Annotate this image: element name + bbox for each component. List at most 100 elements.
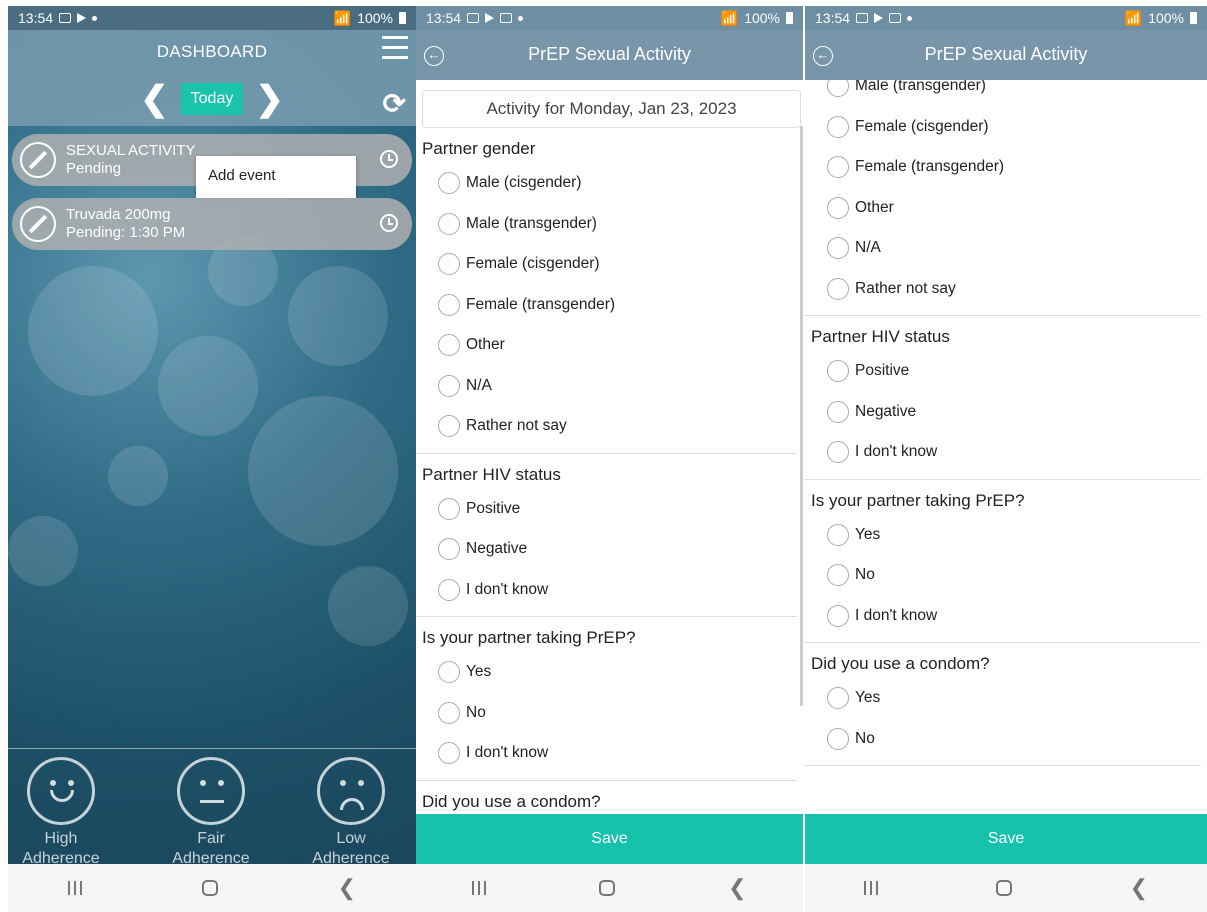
- status-bar: 13:54 📶 100%: [805, 6, 1207, 30]
- radio-button[interactable]: [438, 172, 460, 195]
- radio-option[interactable]: Male (transgender): [805, 76, 1201, 107]
- back-icon[interactable]: ❮: [1130, 875, 1148, 901]
- radio-button[interactable]: [827, 237, 849, 260]
- status-battery: 100%: [744, 10, 780, 26]
- adherence-low[interactable]: Low Adherence: [296, 749, 406, 869]
- gallery-icon: [467, 13, 480, 23]
- home-icon[interactable]: [599, 880, 616, 896]
- radio-button[interactable]: [438, 415, 460, 438]
- save-button[interactable]: Save: [805, 814, 1207, 864]
- radio-option[interactable]: Female (transgender): [416, 285, 797, 326]
- home-icon[interactable]: [995, 880, 1012, 896]
- radio-button[interactable]: [438, 212, 460, 235]
- recents-icon[interactable]: [863, 881, 878, 895]
- event-truvada[interactable]: Truvada 200mg Pending: 1:30 PM: [12, 198, 412, 250]
- radio-button[interactable]: [827, 523, 849, 546]
- radio-option[interactable]: I don't know: [416, 570, 797, 611]
- radio-button[interactable]: [438, 538, 460, 561]
- question-label: Did you use a condom?: [811, 654, 990, 673]
- radio-option[interactable]: N/A: [805, 228, 1201, 269]
- radio-option[interactable]: Yes: [805, 515, 1201, 556]
- scrollbar[interactable]: [800, 126, 803, 706]
- radio-option[interactable]: Negative: [805, 392, 1201, 433]
- clock-icon[interactable]: [380, 214, 398, 232]
- radio-button[interactable]: [438, 253, 460, 276]
- battery-icon: [399, 12, 406, 24]
- radio-option[interactable]: No: [416, 693, 797, 734]
- battery-icon: [1190, 12, 1197, 24]
- radio-option[interactable]: Female (transgender): [805, 147, 1201, 188]
- radio-option[interactable]: Rather not say: [416, 406, 797, 447]
- radio-option[interactable]: Negative: [416, 529, 797, 570]
- radio-option[interactable]: I don't know: [805, 432, 1201, 473]
- radio-label: Female (cisgender): [855, 117, 989, 135]
- radio-label: Female (transgender): [466, 295, 616, 313]
- today-button[interactable]: Today: [180, 83, 244, 115]
- radio-button[interactable]: [438, 497, 460, 520]
- add-event-menu-item[interactable]: Add event: [196, 156, 356, 198]
- radio-button[interactable]: [827, 687, 849, 710]
- chevron-left-icon[interactable]: ❮: [140, 82, 169, 116]
- radio-option[interactable]: No: [805, 555, 1201, 596]
- radio-option[interactable]: Positive: [416, 489, 797, 530]
- radio-option[interactable]: Male (transgender): [416, 204, 797, 245]
- radio-button[interactable]: [438, 578, 460, 601]
- page-title: PrEP Sexual Activity: [924, 44, 1088, 64]
- event-subtitle: Pending: 1:30 PM: [66, 224, 186, 241]
- radio-button[interactable]: [438, 701, 460, 724]
- pill-icon: [20, 142, 56, 178]
- menu-icon[interactable]: [382, 36, 408, 62]
- radio-button[interactable]: [827, 360, 849, 383]
- radio-label: No: [466, 703, 486, 721]
- event-text: Truvada 200mg Pending: 1:30 PM: [66, 206, 185, 242]
- radio-button[interactable]: [827, 564, 849, 587]
- radio-button[interactable]: [438, 334, 460, 357]
- form-header: ← PrEP Sexual Activity: [416, 30, 803, 80]
- sad-face-icon: [317, 757, 385, 825]
- radio-button[interactable]: [827, 196, 849, 219]
- radio-button[interactable]: [827, 277, 849, 300]
- radio-option[interactable]: I don't know: [416, 733, 797, 774]
- radio-label: Female (transgender): [855, 158, 1005, 176]
- adherence-fair[interactable]: Fair Adherence: [156, 749, 266, 869]
- radio-button[interactable]: [438, 293, 460, 316]
- radio-button[interactable]: [827, 604, 849, 627]
- refresh-icon[interactable]: ⟳: [383, 90, 406, 118]
- radio-label: Other: [855, 198, 894, 216]
- radio-option[interactable]: Positive: [805, 351, 1201, 392]
- radio-option[interactable]: N/A: [416, 366, 797, 407]
- adherence-label-line1: Fair: [197, 830, 225, 847]
- radio-button[interactable]: [827, 727, 849, 750]
- radio-option[interactable]: Rather not say: [805, 269, 1201, 310]
- radio-option[interactable]: Male (cisgender): [416, 163, 797, 204]
- radio-button[interactable]: [827, 115, 849, 138]
- radio-option[interactable]: Female (cisgender): [805, 107, 1201, 148]
- adherence-high[interactable]: High Adherence: [8, 749, 116, 869]
- radio-option[interactable]: I don't know: [805, 596, 1201, 637]
- home-icon[interactable]: [201, 880, 218, 896]
- radio-option[interactable]: Yes: [416, 652, 797, 693]
- radio-option[interactable]: Other: [416, 325, 797, 366]
- radio-option[interactable]: Other: [805, 188, 1201, 229]
- save-button[interactable]: Save: [416, 814, 803, 864]
- clock-icon[interactable]: [380, 150, 398, 168]
- radio-option[interactable]: Female (cisgender): [416, 244, 797, 285]
- question-label: Partner HIV status: [811, 327, 950, 346]
- back-icon[interactable]: ❮: [338, 875, 356, 901]
- dot-icon: [907, 15, 913, 21]
- happy-face-icon: [27, 757, 95, 825]
- back-icon[interactable]: ❮: [728, 875, 746, 901]
- radio-button[interactable]: [438, 661, 460, 684]
- radio-label: Yes: [466, 663, 492, 681]
- chevron-right-icon[interactable]: ❯: [255, 82, 284, 116]
- recents-icon[interactable]: [67, 881, 82, 895]
- recents-icon[interactable]: [472, 881, 487, 895]
- radio-button[interactable]: [827, 400, 849, 423]
- radio-button[interactable]: [827, 156, 849, 179]
- radio-button[interactable]: [827, 441, 849, 464]
- question-section: Did you use a condom?YesNo: [416, 781, 797, 815]
- radio-option[interactable]: Yes: [805, 678, 1201, 719]
- radio-button[interactable]: [438, 374, 460, 397]
- radio-option[interactable]: No: [805, 719, 1201, 760]
- radio-button[interactable]: [438, 742, 460, 765]
